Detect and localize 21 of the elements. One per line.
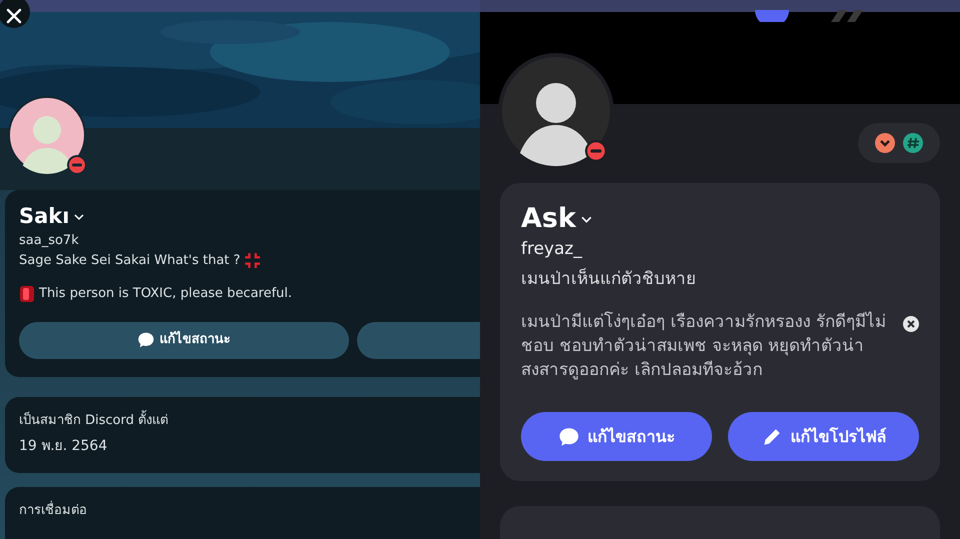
- anger-icon: [244, 252, 262, 269]
- pronouns-text: เมนป่าเห็นแก่ตัวชิบหาย: [521, 267, 697, 291]
- status-text: This person is TOXIC, please becareful.: [39, 285, 292, 304]
- section-label: เป็นสมาชิก Discord ตั้งแต่: [19, 410, 480, 430]
- close-icon: [5, 6, 23, 25]
- username: saa_so7k: [19, 232, 80, 250]
- display-name: Ask: [521, 203, 576, 236]
- chat-bubble-icon: [137, 331, 156, 350]
- edit-status-button[interactable]: แก้ไขสถานะ: [19, 322, 349, 359]
- bio-text: Sage Sake Sei Sakai What's that ?: [19, 252, 240, 270]
- gem-icon: [19, 284, 35, 303]
- chat-bubble-icon: [558, 426, 580, 448]
- edit-profile-button[interactable]: แก้ไขโปรไฟล์: [728, 412, 919, 462]
- custom-status-text: เมนป่ามีแต่โง่ๆเอ๋อๆ เรืองความรักหรองง รักดีๆมีไม่ชอบ ชอบทำตัวน่าสมเพช จะหลุด หยุดทำตัวน่าสงสารดูออกค่ะ เลิกปลอมทีจะอ้วก: [521, 310, 886, 382]
- section-label: การเชื่อมต่อ: [19, 501, 480, 521]
- edit-status-button[interactable]: แก้ไขสถานะ: [521, 412, 712, 462]
- username: freyaz_: [521, 238, 584, 262]
- clear-icon[interactable]: [903, 316, 919, 332]
- member-since-date: 19 พ.ย. 2564: [19, 437, 108, 456]
- display-name: Sakı: [19, 204, 70, 230]
- avatar-icon: [498, 53, 614, 169]
